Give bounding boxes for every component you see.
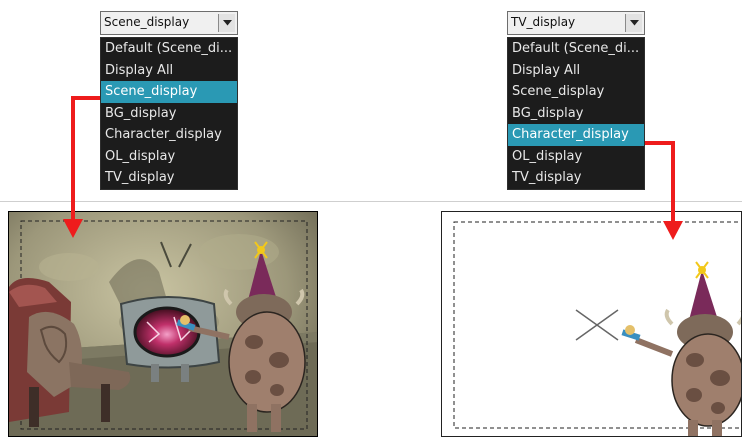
right-arrow [645,141,683,240]
red-arrows [63,96,683,240]
left-arrow [63,96,100,238]
